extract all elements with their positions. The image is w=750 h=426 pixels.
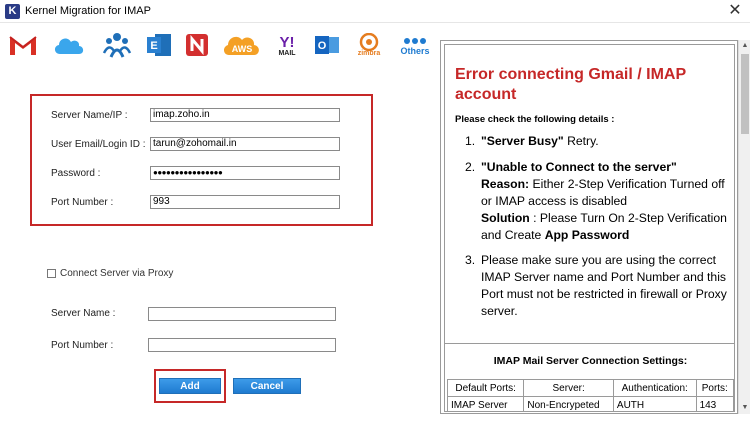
svg-text:E: E [150,40,157,52]
table-row: IMAP Server Non-Encrypeted AUTH 143 [446,396,734,411]
scroll-up-icon[interactable]: ▲ [739,40,750,52]
yahoo-icon[interactable]: Y! MAIL [270,28,304,62]
proxy-port-input[interactable] [148,338,336,352]
proxy-port-label: Port Number : [51,340,114,351]
window-title: Kernel Migration for IMAP [25,5,151,17]
password-label: Password : [51,168,101,179]
email-input[interactable]: tarun@zohomail.in [150,137,340,151]
scroll-down-icon[interactable]: ▼ [739,402,750,414]
others-icon[interactable]: Others [398,28,432,62]
svg-text:Y!: Y! [280,34,295,51]
proxy-checkbox-label: Connect Server via Proxy [60,268,174,279]
help-panel: Error connecting Gmail / IMAP account Pl… [440,40,738,414]
port-label: Port Number : [51,197,114,208]
outlook-icon[interactable]: O [310,28,344,62]
provider-toolbar: E AWS Y! MAIL O zimbra Others [0,28,440,64]
people-icon[interactable] [100,28,134,62]
zimbra-label: zimbra [357,50,381,57]
add-button[interactable]: Add [159,378,221,394]
title-bar: K Kernel Migration for IMAP ✕ [0,0,750,23]
error-title: Error connecting Gmail / IMAP account [455,66,686,103]
aws-icon[interactable]: AWS [220,28,264,62]
zimbra-icon[interactable]: zimbra [352,28,386,62]
scroll-thumb[interactable] [741,54,749,134]
help-panel-scrollbar[interactable]: ▲ ▼ [738,40,750,414]
settings-heading: IMAP Mail Server Connection Settings: [445,343,734,377]
svg-text:O: O [318,40,327,52]
close-button[interactable]: ✕ [726,2,744,20]
settings-table: Default Ports: Server: Authentication: P… [446,379,734,411]
yahoo-label: MAIL [278,50,296,57]
email-label: User Email/Login ID : [51,139,146,150]
password-input[interactable]: ●●●●●●●●●●●●●●●● [150,166,340,180]
others-label: Others [400,45,430,56]
aws-label: AWS [232,44,253,54]
check-details-text: Please check the following details : [455,114,615,125]
help-panel-content: Error connecting Gmail / IMAP account Pl… [444,44,735,412]
gmail-icon[interactable] [6,28,40,62]
icloud-icon[interactable] [52,28,86,62]
cancel-button[interactable]: Cancel [233,378,301,394]
proxy-checkbox[interactable] [47,269,56,278]
proxy-server-label: Server Name : [51,308,116,319]
server-input[interactable]: imap.zoho.in [150,108,340,122]
netease-icon[interactable] [180,28,214,62]
proxy-server-input[interactable] [148,307,336,321]
exchange-icon[interactable]: E [142,28,176,62]
table-header-row: Default Ports: Server: Authentication: P… [446,379,734,397]
app-logo-icon: K [5,4,20,19]
port-input[interactable]: 993 [150,195,340,209]
server-label: Server Name/IP : [51,110,128,121]
